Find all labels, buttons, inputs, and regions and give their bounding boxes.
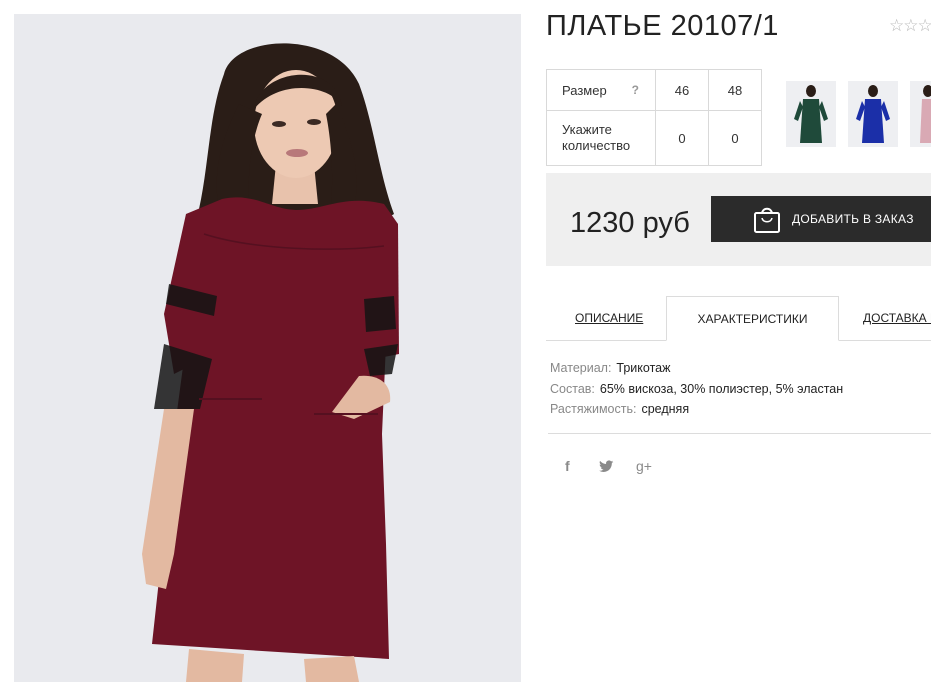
facebook-icon[interactable]: f bbox=[565, 458, 570, 474]
product-price: 1230 руб bbox=[570, 207, 690, 239]
spec-value: 65% вискоза, 30% полиэстер, 5% эластан bbox=[599, 381, 844, 396]
quantity-label: Укажите количество bbox=[562, 122, 631, 153]
spec-key: Состав: bbox=[550, 381, 595, 396]
spec-key: Материал: bbox=[550, 361, 612, 375]
tab-delivery[interactable]: ДОСТАВКА И bbox=[863, 296, 931, 341]
quantity-row: Укажите количество 0 0 bbox=[546, 110, 762, 166]
size-help-icon[interactable]: ? bbox=[632, 83, 639, 97]
shopping-bag-icon bbox=[754, 207, 780, 233]
google-plus-icon[interactable]: g+ bbox=[636, 458, 652, 474]
size-row: Размер ? 46 48 bbox=[546, 69, 762, 111]
quantity-input[interactable]: 0 bbox=[655, 110, 709, 166]
spec-key: Растяжимость: bbox=[550, 402, 637, 416]
quantity-input[interactable]: 0 bbox=[708, 110, 762, 166]
add-to-order-label: ДОБАВИТЬ В ЗАКАЗ bbox=[792, 212, 914, 226]
product-tabs: ОПИСАНИЕ ХАРАКТЕРИСТИКИ ДОСТАВКА И bbox=[546, 296, 931, 342]
spec-value: Трикотаж bbox=[616, 361, 671, 375]
product-title: ПЛАТЬЕ 20107/1 bbox=[546, 10, 779, 42]
size-option: 48 bbox=[708, 69, 762, 111]
tab-description[interactable]: ОПИСАНИЕ bbox=[575, 296, 643, 341]
thumbnail-blue-dress[interactable] bbox=[848, 81, 898, 147]
price-box: 1230 руб ДОБАВИТЬ В ЗАКАЗ bbox=[546, 173, 931, 266]
specs-list: Материал: Трикотаж Состав: 65% вискоза, 30… bbox=[550, 358, 843, 420]
size-label: Размер bbox=[562, 82, 607, 98]
size-label-cell: Размер ? bbox=[546, 69, 656, 111]
section-divider bbox=[548, 433, 931, 434]
thumbnail-green-dress[interactable] bbox=[786, 81, 836, 147]
product-main-photo[interactable] bbox=[14, 14, 521, 682]
twitter-icon[interactable] bbox=[599, 460, 614, 476]
spec-row-composition: Состав: 65% вискоза, 30% полиэстер, 5% эл… bbox=[550, 379, 843, 400]
quantity-label-cell: Укажите количество bbox=[546, 110, 656, 166]
spec-row-stretch: Растяжимость: средняя bbox=[550, 399, 843, 420]
spec-value: средняя bbox=[641, 402, 690, 416]
tab-characteristics[interactable]: ХАРАКТЕРИСТИКИ bbox=[666, 296, 839, 341]
thumbnail-pink-dress[interactable] bbox=[910, 81, 931, 147]
add-to-order-button[interactable]: ДОБАВИТЬ В ЗАКАЗ bbox=[711, 196, 931, 242]
size-quantity-table: Размер ? 46 48 Укажите количество 0 0 bbox=[546, 69, 762, 166]
size-option: 46 bbox=[655, 69, 709, 111]
rating-stars-icon[interactable]: ☆☆☆ bbox=[889, 16, 931, 36]
spec-row-material: Материал: Трикотаж bbox=[550, 358, 843, 379]
